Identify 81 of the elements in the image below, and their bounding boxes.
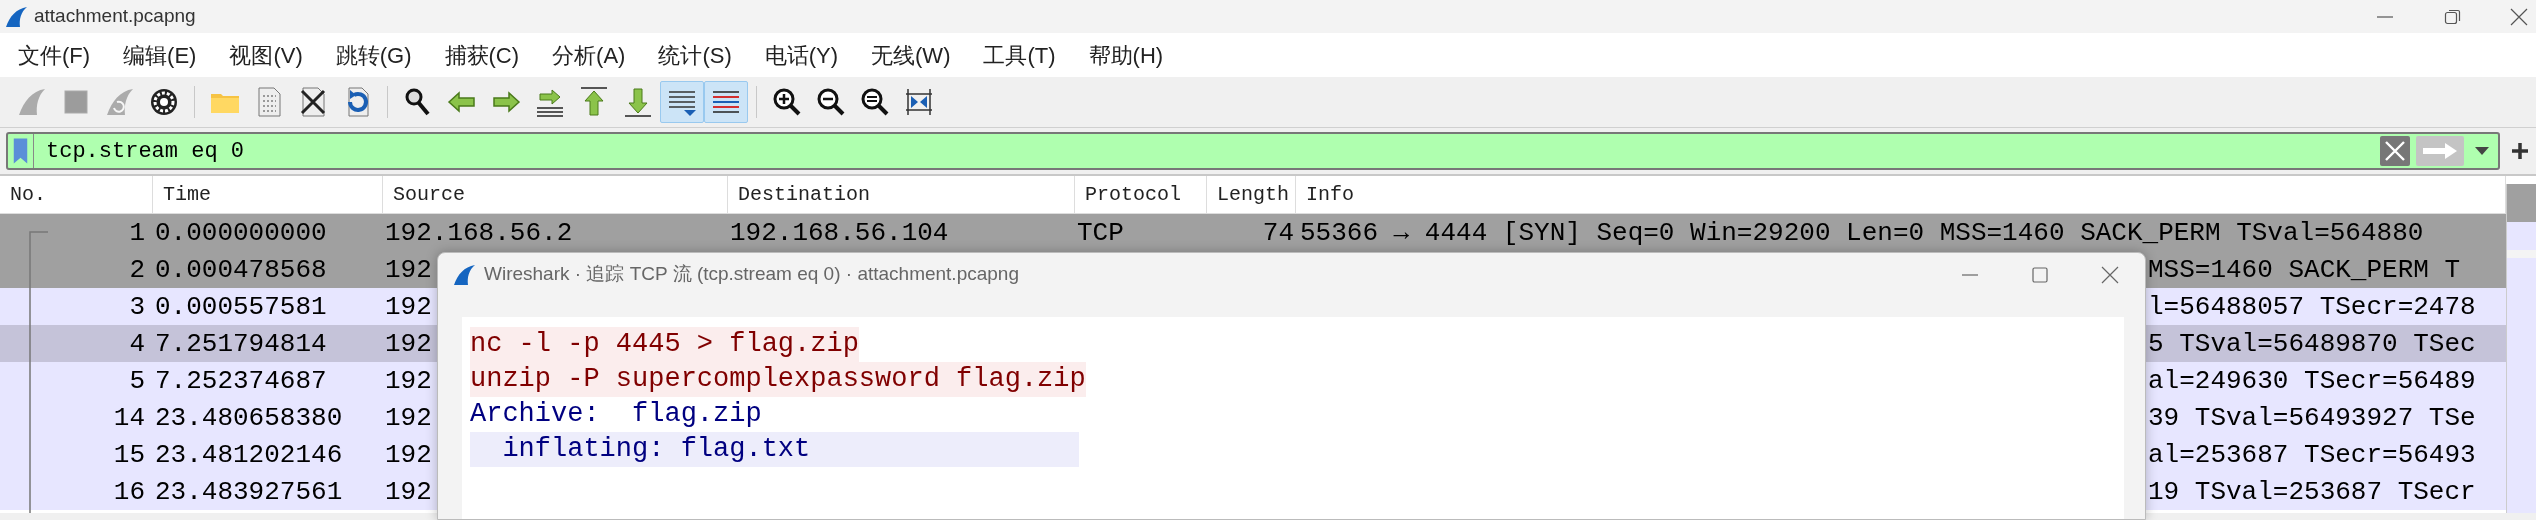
table-cell-text: 39 TSval=56493927 TSe <box>2148 402 2477 433</box>
menu-item[interactable]: 文件(F) <box>18 38 91 72</box>
restart-icon <box>104 86 136 118</box>
menu-item[interactable]: 无线(W) <box>871 38 951 72</box>
table-cell-text: 0.000000000 <box>154 217 328 248</box>
plus-icon[interactable] <box>2510 141 2530 161</box>
table-cell-text: 4 <box>128 328 146 359</box>
clear-button[interactable] <box>2380 136 2410 166</box>
stream-line: Archive: flag.zip <box>470 399 762 429</box>
scrollbar[interactable] <box>2506 184 2536 513</box>
jump-arrow-icon <box>534 86 566 118</box>
display-filter-input[interactable]: tcp.stream eq 0 <box>34 134 2380 168</box>
table-cell-text: 192 <box>384 402 433 433</box>
dropdown-icon[interactable] <box>2474 146 2490 156</box>
table-cell-text: 192 <box>384 365 433 396</box>
table-cell-text: 3 <box>128 291 146 322</box>
table-cell-text: 192 <box>384 291 433 322</box>
zoom-out-icon <box>815 86 847 118</box>
column-header[interactable]: No. <box>0 176 153 213</box>
zoom-in-icon <box>771 86 803 118</box>
table-cell-text: 23.480658380 <box>154 402 344 433</box>
window-title: attachment.pcapng <box>34 4 196 29</box>
column-header[interactable]: Destination <box>728 176 1075 213</box>
column-header[interactable]: Time <box>153 176 383 213</box>
gear-icon <box>148 86 180 118</box>
menu-item[interactable]: 编辑(E) <box>123 38 197 72</box>
table-cell-text: 16 <box>112 476 146 507</box>
table-cell-text: al=253687 TSecr=56493 <box>2148 439 2477 470</box>
table-cell-text: l=56488057 TSecr=2478 <box>2148 291 2477 322</box>
shark-fin-icon <box>16 86 48 118</box>
menu-item[interactable]: 统计(S) <box>658 38 732 72</box>
maximize-icon[interactable] <box>2031 265 2049 284</box>
table-cell-text: 7.251794814 <box>154 328 328 359</box>
table-cell-text: 192.168.56.104 <box>729 217 950 248</box>
table-cell-text: 2 <box>128 254 146 285</box>
right-arrow-icon <box>2421 141 2459 161</box>
menu-item[interactable]: 跳转(G) <box>335 38 412 72</box>
table-cell-text: 192 <box>384 254 433 285</box>
menu-item[interactable]: 工具(T) <box>983 38 1056 72</box>
column-resize-icon <box>903 86 935 118</box>
table-cell-text: al=249630 TSecr=56489 <box>2148 365 2477 396</box>
table-cell-text: 14 <box>112 402 146 433</box>
restore-icon[interactable] <box>2444 7 2462 26</box>
table-cell-text: 1 <box>128 217 146 248</box>
table-cell-text: 192 <box>384 476 433 507</box>
up-arrow-icon <box>578 86 610 118</box>
table-cell-text: MSS=1460 SACK_PERM T <box>2148 254 2462 285</box>
dialog-title: Wireshark · 追踪 TCP 流 (tcp.stream eq 0) · attachment.pcapng <box>484 262 1019 287</box>
down-arrow-icon <box>622 86 654 118</box>
table-cell-text: 0.000478568 <box>154 254 328 285</box>
column-header[interactable]: Length <box>1207 176 1296 213</box>
table-cell-text: 5 TSval=56489870 TSec <box>2148 328 2477 359</box>
menu-item[interactable]: 视图(V) <box>229 38 303 72</box>
zoom-reset-icon <box>859 86 891 118</box>
table-cell-text: 55366 → 4444 [SYN] Seq=0 Win=29200 Len=0 MSS=1460 SACK_PERM TSval=564880 <box>1299 217 2425 248</box>
shark-fin-icon <box>4 5 28 28</box>
table-cell-text: 0.000557581 <box>154 291 328 322</box>
column-header[interactable]: Source <box>383 176 728 213</box>
table-cell-text: 192 <box>384 328 433 359</box>
table-cell-text: 23.483927561 <box>154 476 344 507</box>
table-cell-text: 192.168.56.2 <box>384 217 574 248</box>
shark-fin-icon <box>452 263 476 286</box>
table-cell-text: 7.252374687 <box>154 365 328 396</box>
table-cell-text: 19 TSval=253687 TSecr <box>2148 476 2477 507</box>
menu-item[interactable]: 电话(Y) <box>764 38 839 72</box>
column-header[interactable]: Protocol <box>1075 176 1207 213</box>
table-cell-text: 74 <box>1261 217 1295 248</box>
packet-row[interactable]: 1 0.000000000 192.168.56.2 192.168.56.104 TCP 74 55366 → 4444 [SYN] Seq=0 Win=29200 Len=0 MSS=1460 SACK_PERM TSval=564880 <box>0 214 2506 251</box>
toolbar-button[interactable] <box>704 81 748 123</box>
menu-item[interactable]: 分析(A) <box>552 38 626 72</box>
table-cell-text: 15 <box>112 439 146 470</box>
table-cell-text: TCP <box>1076 217 1125 248</box>
menu-item[interactable]: 捕获(C) <box>444 38 520 72</box>
table-cell-text: 192 <box>384 439 433 470</box>
table-cell-text: 23.481202146 <box>154 439 344 470</box>
close-icon[interactable] <box>2101 265 2119 284</box>
close-icon[interactable] <box>2510 7 2528 26</box>
menu-item[interactable]: 帮助(H) <box>1088 38 1164 72</box>
table-cell-text: 5 <box>128 365 146 396</box>
close-icon <box>2384 140 2406 162</box>
display-filter-field[interactable]: tcp.stream eq 0 <box>6 132 2500 170</box>
